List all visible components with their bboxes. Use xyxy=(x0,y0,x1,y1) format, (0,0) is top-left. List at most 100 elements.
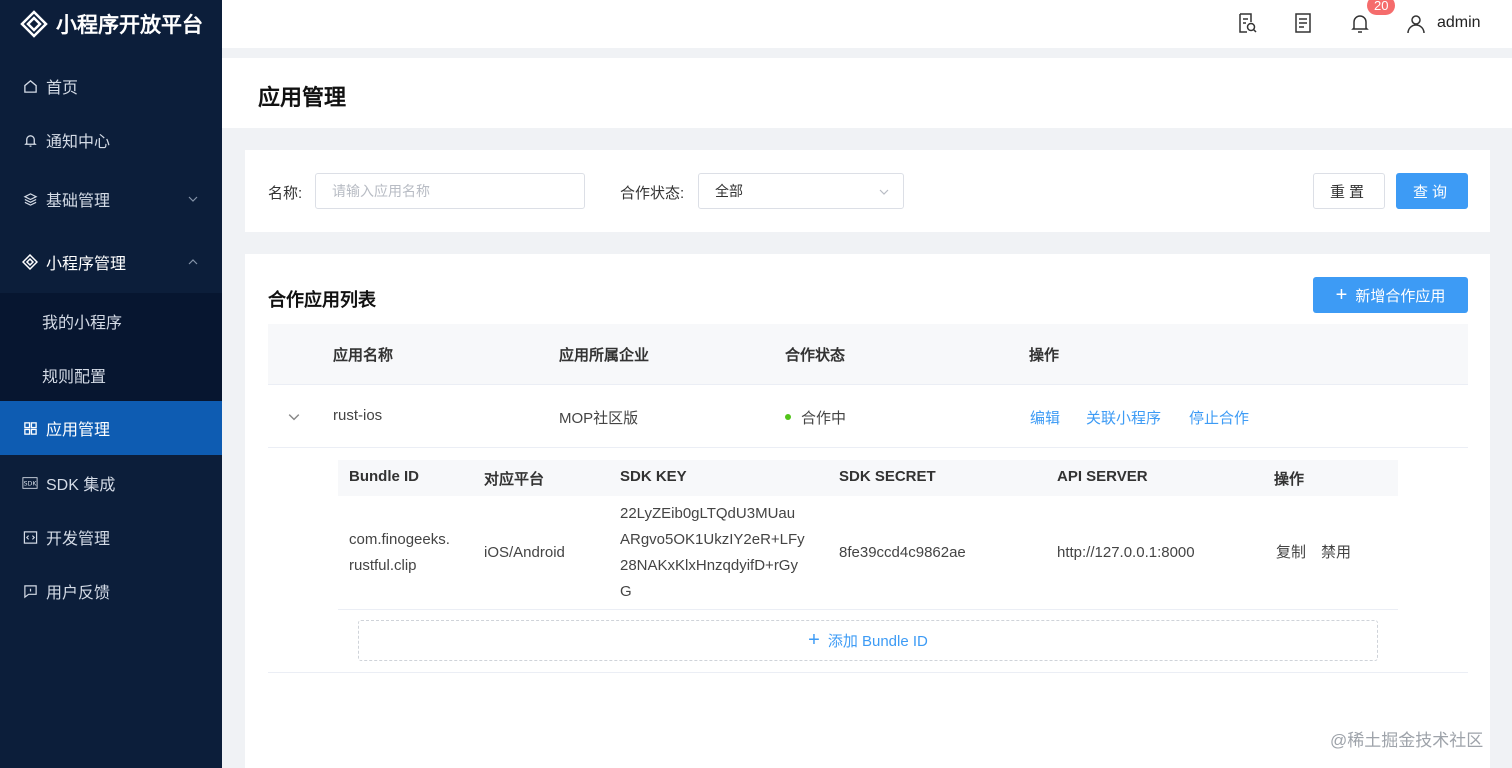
notification-badge: 20 xyxy=(1367,0,1396,15)
name-label: 名称: xyxy=(268,185,303,202)
add-bundle-id-label: 添加 Bundle ID xyxy=(827,633,928,650)
column-header: Bundle ID xyxy=(349,468,419,485)
status-text: 合作中 xyxy=(801,410,847,427)
sidebar-item-label: SDK 集成 xyxy=(46,477,116,494)
sidebar-item-label: 用户反馈 xyxy=(46,585,111,602)
document-icon[interactable] xyxy=(1292,12,1314,34)
page-title-bar: 应用管理 xyxy=(222,58,1512,128)
column-header: 操作 xyxy=(1274,471,1305,488)
sdk-key-line: G xyxy=(620,583,632,600)
page-title: 应用管理 xyxy=(258,85,347,110)
app-name-input[interactable] xyxy=(315,173,585,209)
app-list-card: 合作应用列表 + 新增合作应用 应用名称 应用所属企业 合作状态 操作 rust… xyxy=(245,254,1490,768)
grid-icon xyxy=(22,420,38,436)
bell-icon xyxy=(22,132,38,148)
divider xyxy=(268,672,1468,673)
query-button-label: 查询 xyxy=(1412,183,1451,201)
feedback-icon xyxy=(22,583,38,599)
company-cell: MOP社区版 xyxy=(559,410,639,427)
expand-chevron-icon[interactable] xyxy=(288,411,300,423)
sidebar-item-label: 规则配置 xyxy=(42,369,107,386)
status-dot xyxy=(785,414,791,421)
bundle-table-header: Bundle ID 对应平台 SDK KEY SDK SECRET API SE… xyxy=(338,460,1398,496)
column-header: API SERVER xyxy=(1057,468,1148,485)
sdk-key-line: 22LyZEib0gLTQdU3MUau xyxy=(620,505,796,522)
svg-text:SDK: SDK xyxy=(24,481,38,488)
sidebar-subitem-rule-config[interactable]: 规则配置 xyxy=(0,348,222,402)
sdk-key-line: 28NAKxKlxHnzqdyifD+rGy xyxy=(620,557,798,574)
plus-icon: + xyxy=(1335,283,1348,306)
sidebar-item-notifications[interactable]: 通知中心 xyxy=(0,113,222,167)
column-header: SDK SECRET xyxy=(839,468,936,485)
bundle-table-row: com.finogeeks. rustful.clip iOS/Android … xyxy=(338,496,1398,610)
status-label: 合作状态: xyxy=(620,185,685,202)
sidebar-item-label: 开发管理 xyxy=(46,531,111,548)
sidebar-item-sdk[interactable]: SDK SDK 集成 xyxy=(0,456,222,510)
sidebar-subitem-my-mini-programs[interactable]: 我的小程序 xyxy=(0,294,222,348)
code-icon xyxy=(22,529,38,545)
sdk-key-cell: 22LyZEib0gLTQdU3MUau ARgvo5OK1UkzIY2eR+L… xyxy=(620,501,805,605)
sidebar-item-basic-management[interactable]: 基础管理 xyxy=(0,172,222,226)
sidebar-item-label: 基础管理 xyxy=(46,193,111,210)
column-header: 对应平台 xyxy=(484,471,545,488)
bundle-id-line: com.finogeeks. xyxy=(349,531,450,548)
platform-cell: iOS/Android xyxy=(484,544,565,561)
link-mini-program-link[interactable]: 关联小程序 xyxy=(1086,407,1161,428)
sdk-key-line: ARgvo5OK1UkzIY2eR+LFy xyxy=(620,531,805,548)
watermark: @稀土掘金技术社区 xyxy=(1330,731,1484,750)
edit-link[interactable]: 编辑 xyxy=(1030,407,1060,428)
add-partner-app-label: 新增合作应用 xyxy=(1355,287,1446,305)
status-cell: 合作中 xyxy=(785,407,846,428)
reset-button[interactable]: 重置 xyxy=(1313,173,1385,209)
chevron-down-icon xyxy=(188,196,198,202)
column-header: 应用所属企业 xyxy=(559,347,650,364)
sidebar-item-mini-program-management[interactable]: 小程序管理 xyxy=(0,235,222,289)
sidebar-item-dev-management[interactable]: 开发管理 xyxy=(0,510,222,564)
mini-program-icon xyxy=(22,254,38,270)
sidebar-item-home[interactable]: 首页 xyxy=(0,59,222,113)
notification-bell-icon[interactable] xyxy=(1349,12,1371,34)
column-header: 操作 xyxy=(1029,347,1060,364)
column-header: SDK KEY xyxy=(620,468,687,485)
list-title: 合作应用列表 xyxy=(268,290,376,310)
sidebar-item-feedback[interactable]: 用户反馈 xyxy=(0,564,222,618)
sidebar-item-label: 我的小程序 xyxy=(42,315,123,332)
reset-button-label: 重置 xyxy=(1329,183,1368,201)
filter-card: 名称: 合作状态: 全部 重置 查询 xyxy=(245,150,1490,232)
column-header: 合作状态 xyxy=(785,347,846,364)
chevron-down-icon xyxy=(879,189,889,195)
bundle-id-cell: com.finogeeks. rustful.clip xyxy=(349,527,450,579)
add-bundle-id-button[interactable]: + 添加 Bundle ID xyxy=(358,620,1378,661)
column-header: 应用名称 xyxy=(333,347,394,364)
app-title: 小程序开放平台 xyxy=(56,14,203,37)
app-name-cell: rust-ios xyxy=(333,407,383,424)
sidebar-item-label: 小程序管理 xyxy=(46,256,127,273)
document-search-icon[interactable] xyxy=(1236,12,1258,34)
sidebar-item-label: 首页 xyxy=(46,80,79,97)
sdk-icon: SDK xyxy=(22,475,38,491)
bundle-id-line: rustful.clip xyxy=(349,557,417,574)
layers-icon xyxy=(22,191,38,207)
copy-link[interactable]: 复制 xyxy=(1276,540,1306,566)
username[interactable]: admin xyxy=(1437,14,1481,32)
stop-partnership-link[interactable]: 停止合作 xyxy=(1189,407,1249,428)
status-select[interactable]: 全部 xyxy=(698,173,904,209)
table-header: 应用名称 应用所属企业 合作状态 操作 xyxy=(268,324,1468,385)
sidebar: 小程序开放平台 首页 通知中心 基础管理 小程序管理 我的小程序 规则配置 应用… xyxy=(0,0,222,768)
disable-link[interactable]: 禁用 xyxy=(1321,540,1351,566)
app-logo[interactable]: 小程序开放平台 xyxy=(0,0,222,48)
table-row: rust-ios MOP社区版 合作中 编辑 关联小程序 停止合作 xyxy=(268,385,1468,448)
query-button[interactable]: 查询 xyxy=(1396,173,1468,209)
chevron-up-icon xyxy=(188,259,198,265)
plus-icon: + xyxy=(808,629,820,651)
home-icon xyxy=(22,78,38,94)
logo-diamond-icon xyxy=(20,10,48,38)
sdk-secret-cell: 8fe39ccd4c9862ae xyxy=(839,544,966,561)
sidebar-item-label: 通知中心 xyxy=(46,134,111,151)
sidebar-item-app-management[interactable]: 应用管理 xyxy=(0,401,222,455)
user-icon[interactable] xyxy=(1405,13,1427,35)
api-server-cell: http://127.0.0.1:8000 xyxy=(1057,544,1195,561)
sidebar-item-label: 应用管理 xyxy=(46,422,111,439)
add-partner-app-button[interactable]: + 新增合作应用 xyxy=(1313,277,1468,313)
top-header xyxy=(222,0,1512,48)
